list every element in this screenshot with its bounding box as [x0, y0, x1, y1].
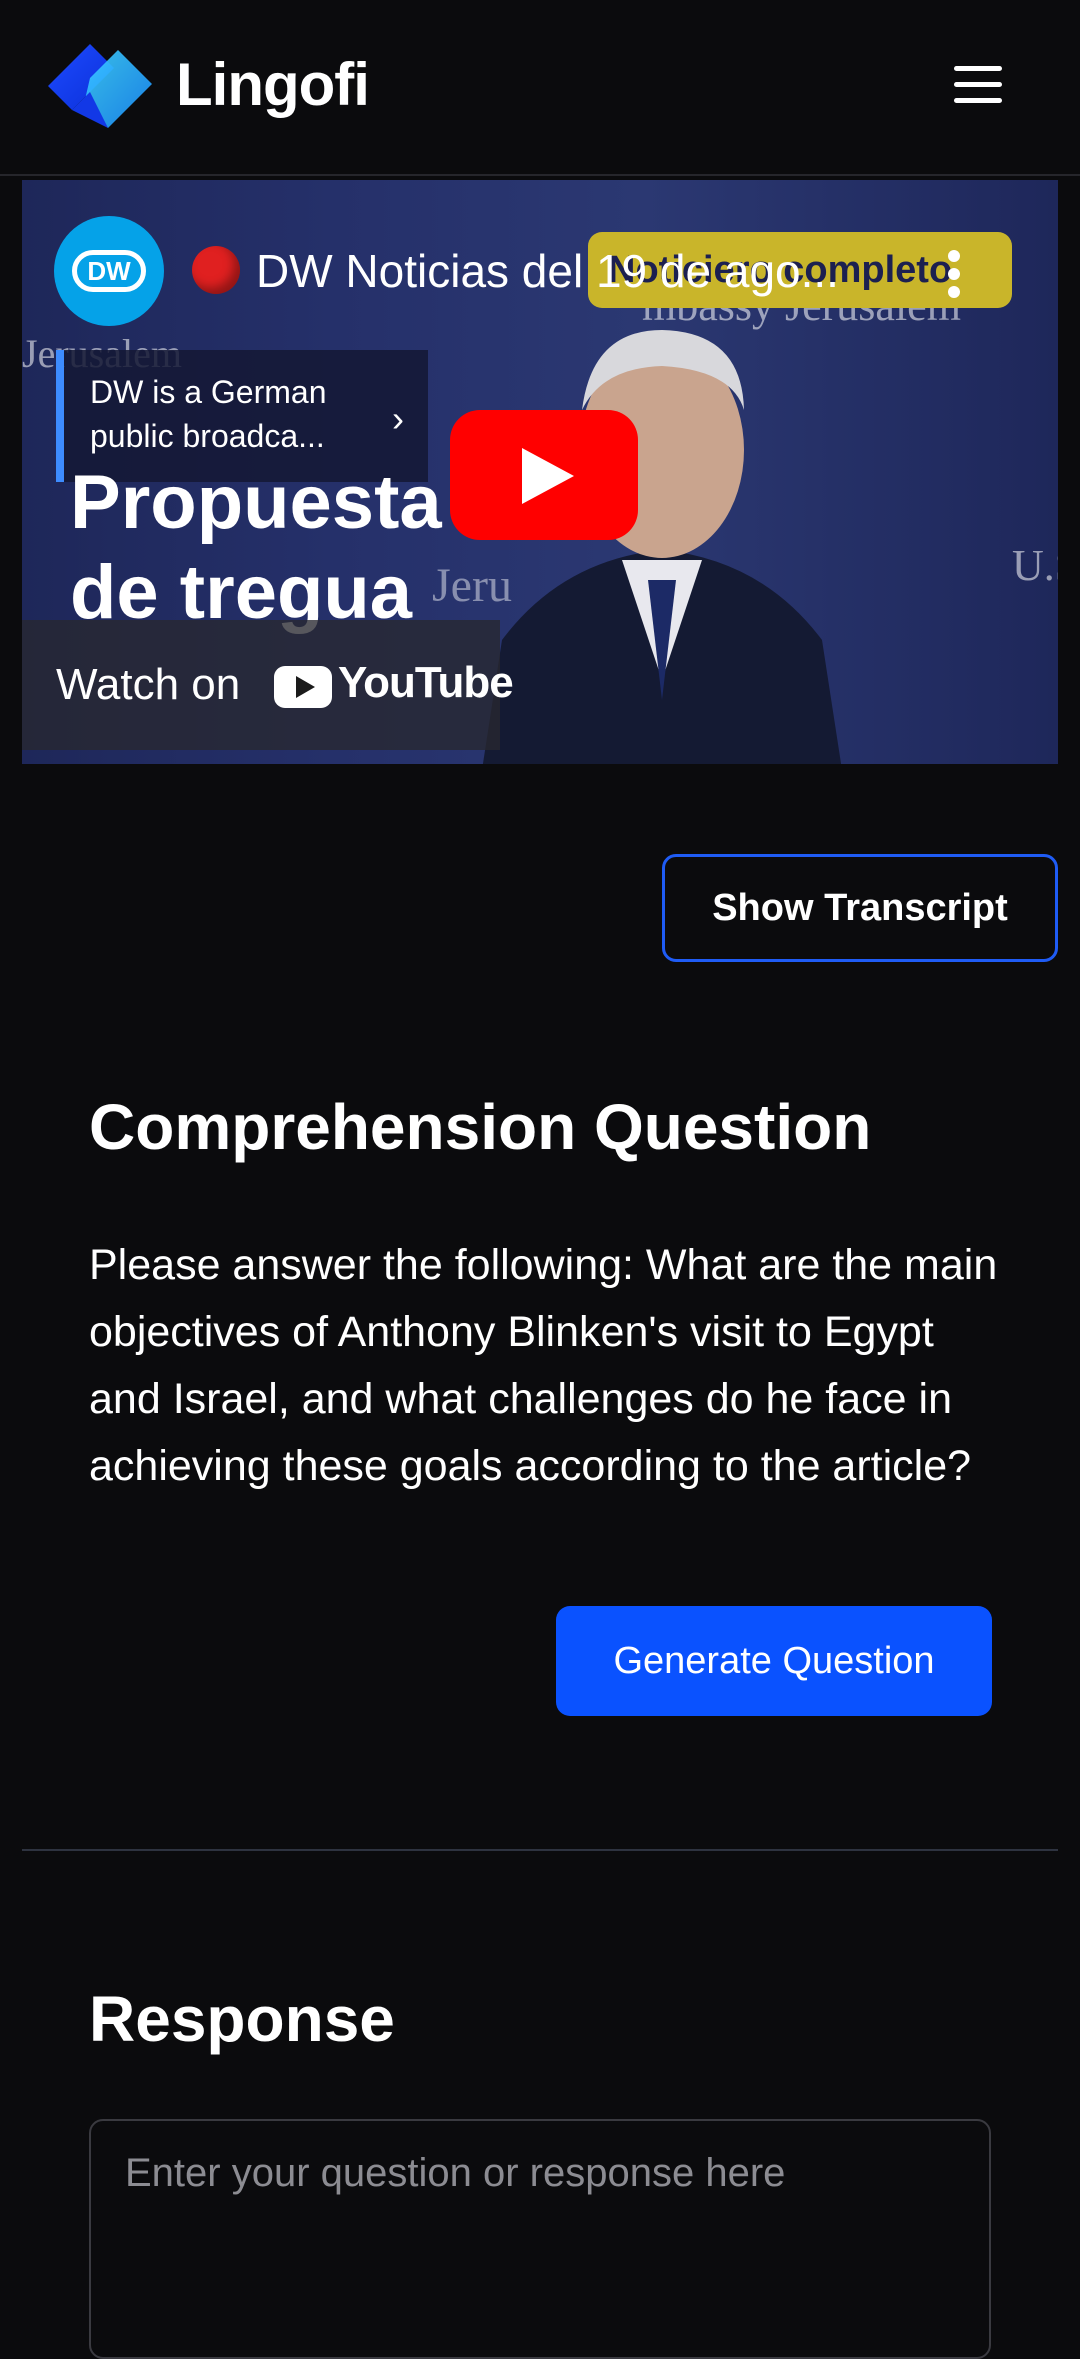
- youtube-icon: [274, 666, 332, 708]
- comprehension-title: Comprehension Question: [89, 1091, 872, 1163]
- show-transcript-button[interactable]: Show Transcript: [662, 854, 1058, 962]
- background-sign-text: U.S: [1012, 541, 1058, 590]
- brand-name[interactable]: Lingofi: [176, 50, 370, 119]
- section-divider: [22, 1849, 1058, 1851]
- youtube-video-embed[interactable]: Jerusalem mbassy Jerusalem U.S Jeru DW N…: [22, 180, 1058, 764]
- dw-channel-avatar[interactable]: DW: [54, 216, 164, 326]
- watch-on-youtube-button[interactable]: Watch on YouTube: [22, 620, 514, 750]
- headline-line-1: Propuesta: [70, 460, 442, 545]
- generate-question-button[interactable]: Generate Question: [556, 1606, 992, 1716]
- play-button[interactable]: [450, 410, 638, 540]
- info-card-text: DW is a German public broadca...: [90, 374, 327, 454]
- app-header: Lingofi: [0, 0, 1080, 176]
- dw-logo-text: DW: [72, 250, 146, 292]
- video-title[interactable]: DW Noticias del 19 de ago...: [256, 244, 839, 298]
- lingofi-logo-icon[interactable]: [44, 40, 156, 132]
- watch-on-label: Watch on: [56, 660, 241, 709]
- comprehension-question-text: Please answer the following: What are th…: [89, 1241, 998, 1490]
- hamburger-menu-icon[interactable]: [954, 66, 1002, 106]
- red-circle-icon: [192, 246, 240, 294]
- more-options-icon[interactable]: [948, 250, 962, 298]
- response-textarea[interactable]: Enter your question or response here: [89, 2119, 991, 2359]
- thumbnail-headline: Propuesta de tregua: [70, 458, 442, 638]
- youtube-wordmark: YouTube: [338, 658, 514, 707]
- response-title: Response: [89, 1983, 395, 2055]
- response-placeholder: Enter your question or response here: [125, 2151, 786, 2195]
- chevron-right-icon: ›: [392, 398, 404, 439]
